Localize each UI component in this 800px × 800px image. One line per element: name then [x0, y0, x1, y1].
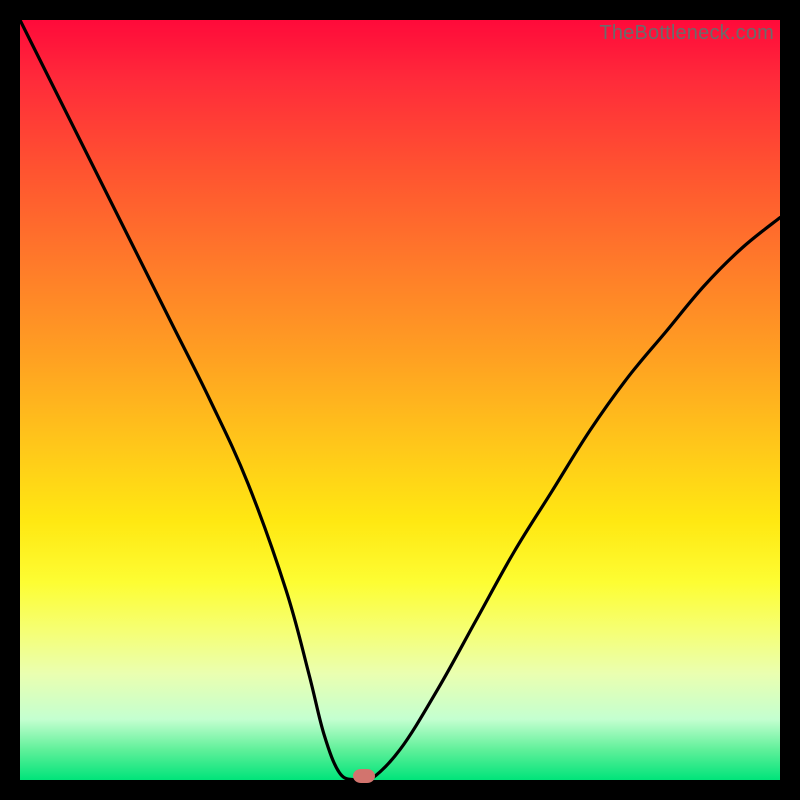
chart-frame: TheBottleneck.com	[0, 0, 800, 800]
optimum-marker	[353, 769, 375, 783]
bottleneck-curve	[20, 20, 780, 780]
plot-area: TheBottleneck.com	[20, 20, 780, 780]
